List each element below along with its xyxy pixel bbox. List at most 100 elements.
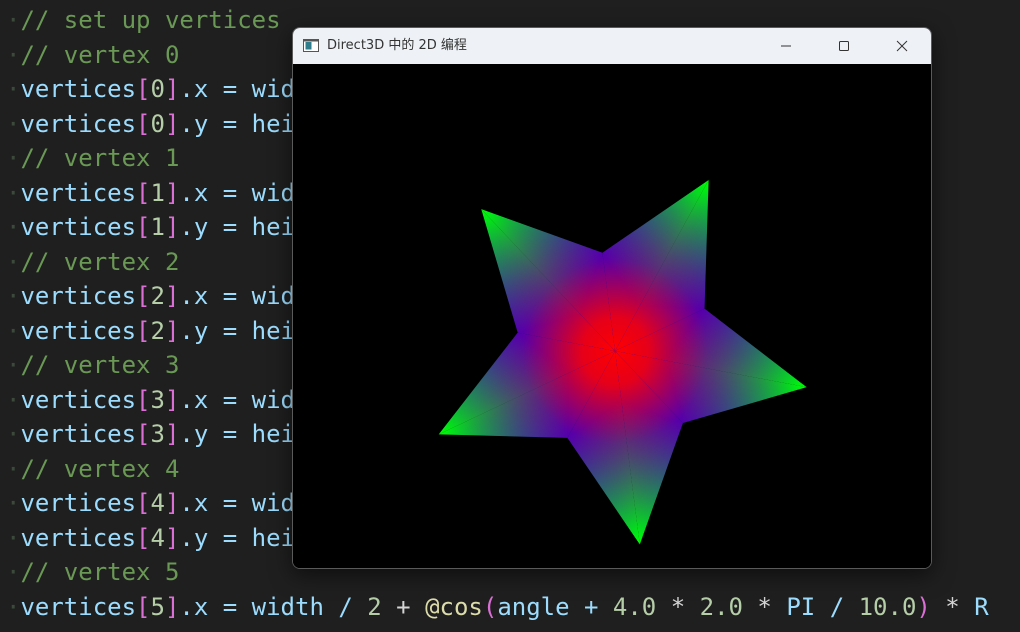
code-token: (	[482, 592, 498, 621]
close-icon	[896, 40, 908, 52]
indent-guide: ·	[6, 144, 21, 172]
indent-guide: ·	[6, 592, 21, 621]
code-token: [	[136, 316, 151, 345]
code-line[interactable]: ·vertices[5].x = width / 2 + @cos(angle …	[6, 590, 989, 624]
code-token: [	[136, 592, 151, 621]
code-token: 2	[150, 316, 165, 345]
code-token: 5	[150, 592, 165, 621]
code-line[interactable]: ·// vertex 4	[6, 452, 179, 486]
window-titlebar[interactable]: Direct3D 中的 2D 编程	[293, 28, 931, 64]
code-token: 10.0	[858, 592, 917, 621]
code-token: [	[136, 523, 151, 552]
minimize-button[interactable]	[757, 28, 815, 64]
code-token: .y =	[179, 109, 252, 138]
code-token: vertices	[20, 489, 137, 517]
code-token: [	[136, 75, 151, 103]
code-token: *	[656, 592, 700, 621]
maximize-icon	[839, 41, 849, 51]
code-token: +	[381, 592, 426, 621]
indent-guide: ·	[6, 282, 21, 310]
code-token: width /	[251, 592, 368, 621]
code-line[interactable]: ·// vertex 5	[6, 555, 179, 589]
code-token: 4.0	[612, 592, 657, 621]
code-token: 1	[150, 178, 165, 207]
code-token: PI /	[786, 592, 859, 621]
code-token: 3	[150, 385, 165, 414]
code-token: // vertex 2	[20, 247, 180, 276]
code-line[interactable]: ·// vertex 0	[6, 38, 179, 72]
indent-guide: ·	[6, 523, 21, 552]
code-token: 2	[150, 282, 165, 310]
app-window[interactable]: Direct3D 中的 2D 编程	[292, 27, 932, 569]
code-token: .x =	[179, 385, 252, 414]
code-token: // vertex 4	[20, 454, 180, 483]
code-line[interactable]: ·// vertex 3	[6, 348, 179, 382]
code-token: vertices	[20, 420, 137, 448]
code-token: hei	[251, 523, 296, 552]
code-token: [	[136, 385, 151, 414]
code-token: ]	[164, 178, 180, 207]
indent-guide: ·	[6, 6, 21, 34]
code-line[interactable]: ·vertices[1].y = hei	[6, 210, 295, 244]
code-token: 0	[150, 75, 165, 103]
indent-guide: ·	[6, 351, 21, 379]
code-line[interactable]: ·// vertex 2	[6, 245, 179, 279]
indent-guide: ·	[6, 385, 21, 414]
code-token: ]	[164, 489, 180, 517]
code-token: ]	[164, 282, 180, 310]
code-token: vertices	[20, 592, 137, 621]
close-button[interactable]	[873, 28, 931, 64]
code-token: [	[136, 282, 151, 310]
code-token: )	[916, 592, 931, 621]
code-token: [	[136, 420, 151, 448]
code-token: vertices	[20, 213, 137, 241]
code-token: 2	[367, 592, 382, 621]
code-token: 4	[150, 523, 165, 552]
code-token: 3	[150, 420, 165, 448]
minimize-icon	[781, 45, 791, 47]
code-line[interactable]: ·// vertex 1	[6, 141, 179, 175]
code-token: wid	[251, 385, 296, 414]
code-token: .y =	[179, 523, 252, 552]
indent-guide: ·	[6, 316, 21, 345]
code-token: R	[974, 592, 989, 621]
code-token: [	[136, 489, 151, 517]
code-token: ]	[164, 213, 180, 241]
code-line[interactable]: ·vertices[0].y = hei	[6, 107, 295, 141]
code-token: // vertex 5	[20, 558, 180, 586]
code-token: vertices	[20, 109, 137, 138]
code-token: hei	[251, 213, 296, 241]
code-token: .x =	[179, 75, 252, 103]
code-token: *	[930, 592, 975, 621]
indent-guide: ·	[6, 489, 21, 517]
code-token: ]	[164, 316, 180, 345]
code-token: ]	[164, 523, 180, 552]
code-token: vertices	[20, 523, 137, 552]
code-token: 0	[150, 109, 165, 138]
code-line[interactable]: ·vertices[0].x = wid	[6, 72, 295, 106]
code-token: wid	[251, 75, 296, 103]
indent-guide: ·	[6, 40, 21, 69]
code-token: vertices	[20, 316, 137, 345]
code-token: .x =	[179, 592, 252, 621]
indent-guide: ·	[6, 420, 21, 448]
code-token: .y =	[179, 213, 252, 241]
maximize-button[interactable]	[815, 28, 873, 64]
window-title: Direct3D 中的 2D 编程	[327, 38, 467, 53]
code-token: // vertex 3	[20, 351, 180, 379]
indent-guide: ·	[6, 454, 21, 483]
code-token: vertices	[20, 282, 137, 310]
code-token: .x =	[179, 489, 252, 517]
code-token: hei	[251, 316, 296, 345]
code-token: .x =	[179, 282, 252, 310]
code-token: vertices	[20, 75, 137, 103]
code-line[interactable]: ·// set up vertices	[6, 3, 281, 37]
code-token: .y =	[179, 316, 252, 345]
code-token: vertices	[20, 178, 137, 207]
code-line[interactable]: ·vertices[1].x = wid	[6, 176, 295, 210]
code-token: ]	[164, 75, 180, 103]
code-token: hei	[251, 109, 296, 138]
indent-guide: ·	[6, 247, 21, 276]
code-token: // set up vertices	[20, 6, 281, 34]
code-token: 4	[150, 489, 165, 517]
